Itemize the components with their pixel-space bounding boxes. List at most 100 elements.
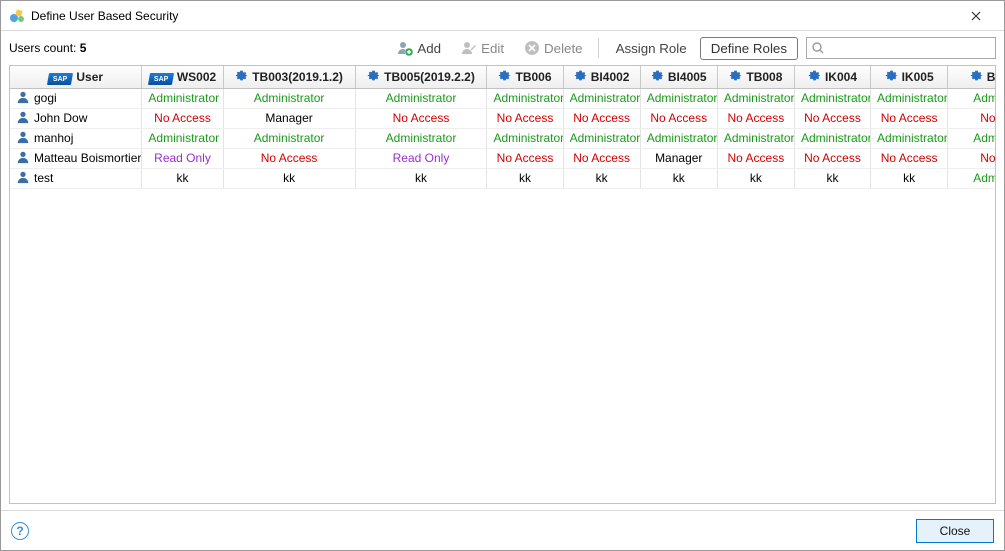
- role-cell[interactable]: Manager: [223, 108, 355, 128]
- close-button[interactable]: Close: [916, 519, 994, 543]
- user-icon: [16, 130, 30, 147]
- role-cell[interactable]: Administrator: [871, 88, 948, 108]
- table-row[interactable]: manhojAdministratorAdministratorAdminist…: [10, 128, 995, 148]
- role-cell[interactable]: Administrator: [142, 88, 223, 108]
- column-header-tb003[interactable]: TB003(2019.1.2): [223, 66, 355, 88]
- gear-icon: [235, 69, 248, 85]
- role-cell[interactable]: No Access: [871, 148, 948, 168]
- role-cell[interactable]: Administrator: [487, 88, 563, 108]
- titlebar: Define User Based Security: [1, 1, 1004, 31]
- role-cell[interactable]: No Access: [563, 108, 640, 128]
- grid-scroll[interactable]: SAPUserSAPWS002TB003(2019.1.2)TB005(2019…: [10, 66, 995, 503]
- column-header-ws002[interactable]: SAPWS002: [142, 66, 223, 88]
- user-icon: [16, 110, 30, 127]
- user-cell[interactable]: Matteau Boismortier: [10, 148, 142, 168]
- role-cell[interactable]: Manager: [640, 148, 717, 168]
- column-header-tb005[interactable]: TB005(2019.2.2): [355, 66, 487, 88]
- column-header-label: BI4002: [591, 70, 630, 84]
- role-cell[interactable]: Administrator: [563, 128, 640, 148]
- role-cell[interactable]: Administrator: [640, 128, 717, 148]
- role-cell[interactable]: No Access: [142, 108, 223, 128]
- close-icon: [971, 11, 981, 21]
- column-header-ik005[interactable]: IK005: [871, 66, 948, 88]
- role-cell[interactable]: No Access: [640, 108, 717, 128]
- role-cell[interactable]: No Access: [487, 148, 563, 168]
- table-row[interactable]: John DowNo AccessManagerNo AccessNo Acce…: [10, 108, 995, 128]
- app-security-icon: [9, 8, 25, 24]
- role-cell[interactable]: No Access: [223, 148, 355, 168]
- assign-role-label: Assign Role: [616, 41, 687, 56]
- role-cell[interactable]: Administrator: [794, 128, 870, 148]
- role-cell[interactable]: Administrator: [563, 88, 640, 108]
- column-header-label: TB008: [746, 70, 782, 84]
- window-title: Define User Based Security: [31, 9, 178, 23]
- user-icon: [16, 90, 30, 107]
- sap-icon: SAP: [149, 69, 173, 85]
- user-cell[interactable]: test: [10, 168, 142, 188]
- role-cell[interactable]: Administrator: [355, 128, 487, 148]
- role-cell[interactable]: No Access: [487, 108, 563, 128]
- table-row[interactable]: Matteau BoismortierRead OnlyNo AccessRea…: [10, 148, 995, 168]
- role-cell[interactable]: Administrator: [142, 128, 223, 148]
- role-cell[interactable]: kk: [640, 168, 717, 188]
- role-cell[interactable]: Administrator: [717, 128, 794, 148]
- gear-icon: [808, 69, 821, 85]
- column-header-bi4004a[interactable]: BI4004A01: [948, 66, 995, 88]
- role-cell[interactable]: kk: [355, 168, 487, 188]
- column-header-user[interactable]: SAPUser: [10, 66, 142, 88]
- user-cell[interactable]: manhoj: [10, 128, 142, 148]
- search-box[interactable]: [806, 37, 996, 59]
- assign-role-button[interactable]: Assign Role: [605, 37, 698, 60]
- role-cell[interactable]: No Access: [717, 148, 794, 168]
- role-cell[interactable]: kk: [794, 168, 870, 188]
- window-close-button[interactable]: [954, 2, 998, 30]
- edit-button[interactable]: Edit: [452, 36, 513, 60]
- add-button[interactable]: Add: [388, 36, 450, 60]
- role-cell[interactable]: kk: [487, 168, 563, 188]
- role-cell[interactable]: kk: [563, 168, 640, 188]
- role-cell[interactable]: No Access: [794, 108, 870, 128]
- table-row[interactable]: gogiAdministratorAdministratorAdministra…: [10, 88, 995, 108]
- role-cell[interactable]: Administrator: [871, 128, 948, 148]
- role-cell[interactable]: Administrator: [487, 128, 563, 148]
- role-cell[interactable]: No Access: [948, 148, 995, 168]
- role-cell[interactable]: No Access: [717, 108, 794, 128]
- role-cell[interactable]: No Access: [794, 148, 870, 168]
- role-cell[interactable]: Administrator: [948, 128, 995, 148]
- table-row[interactable]: testkkkkkkkkkkkkkkkkkkAdministrator: [10, 168, 995, 188]
- role-cell[interactable]: kk: [142, 168, 223, 188]
- role-cell[interactable]: kk: [871, 168, 948, 188]
- role-cell[interactable]: Administrator: [640, 88, 717, 108]
- role-cell[interactable]: kk: [223, 168, 355, 188]
- role-cell[interactable]: Administrator: [717, 88, 794, 108]
- column-header-label: BI4004A01: [987, 70, 995, 84]
- column-header-bi4005[interactable]: BI4005: [640, 66, 717, 88]
- role-cell[interactable]: No Access: [355, 108, 487, 128]
- user-cell[interactable]: gogi: [10, 88, 142, 108]
- gear-icon: [651, 69, 664, 85]
- column-header-ik004[interactable]: IK004: [794, 66, 870, 88]
- role-cell[interactable]: Administrator: [223, 128, 355, 148]
- role-cell[interactable]: Administrator: [948, 168, 995, 188]
- role-cell[interactable]: Administrator: [794, 88, 870, 108]
- edit-user-icon: [461, 40, 477, 56]
- role-cell[interactable]: No Access: [948, 108, 995, 128]
- role-cell[interactable]: Administrator: [223, 88, 355, 108]
- delete-button-label: Delete: [544, 41, 583, 56]
- help-button[interactable]: ?: [11, 522, 29, 540]
- define-roles-button[interactable]: Define Roles: [700, 37, 798, 60]
- delete-button[interactable]: Delete: [515, 36, 592, 60]
- role-cell[interactable]: Read Only: [142, 148, 223, 168]
- column-header-tb008[interactable]: TB008: [717, 66, 794, 88]
- column-header-label: User: [76, 70, 103, 84]
- role-cell[interactable]: Read Only: [355, 148, 487, 168]
- role-cell[interactable]: Administrator: [355, 88, 487, 108]
- role-cell[interactable]: No Access: [563, 148, 640, 168]
- column-header-tb006[interactable]: TB006: [487, 66, 563, 88]
- search-input[interactable]: [825, 40, 991, 56]
- role-cell[interactable]: kk: [717, 168, 794, 188]
- role-cell[interactable]: No Access: [871, 108, 948, 128]
- column-header-bi4002[interactable]: BI4002: [563, 66, 640, 88]
- user-cell[interactable]: John Dow: [10, 108, 142, 128]
- role-cell[interactable]: Administrator: [948, 88, 995, 108]
